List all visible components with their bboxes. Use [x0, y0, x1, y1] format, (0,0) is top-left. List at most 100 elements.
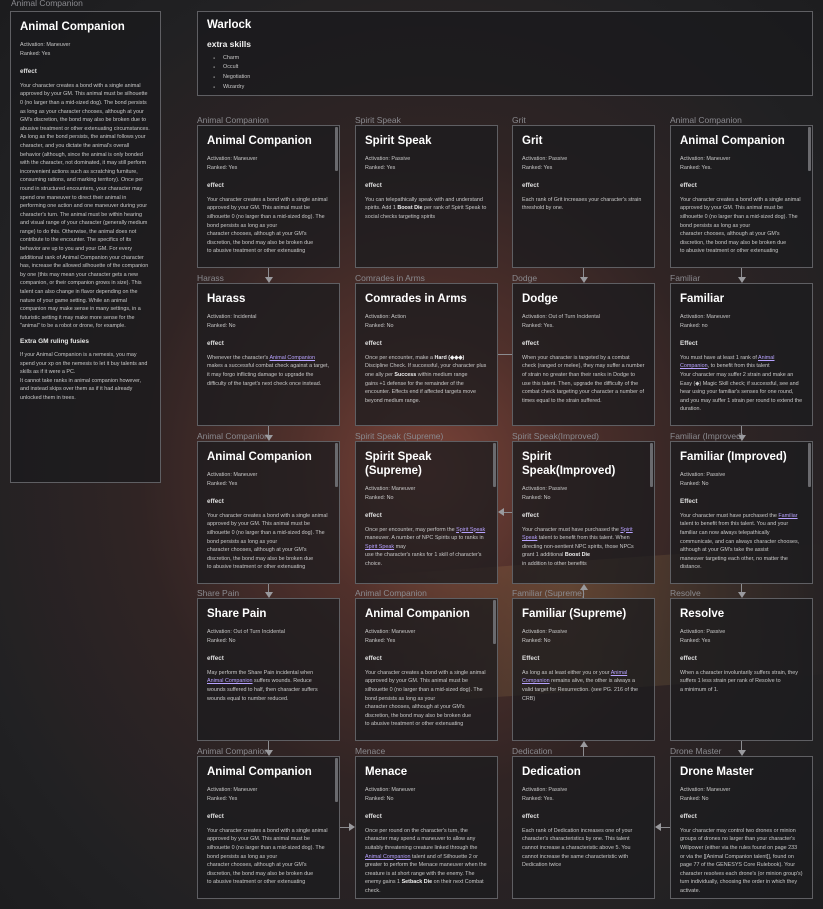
talent-ranked: Ranked: Yes.: [522, 322, 554, 329]
talent-title: Animal Companion: [365, 608, 470, 620]
class-subtitle: extra skills: [207, 38, 251, 49]
talent-description: Once per encounter, make a Hard (◆◆◆) Di…: [365, 354, 488, 406]
talent-card-menace[interactable]: Menace Activation: Maneuver Ranked: No effe…: [355, 756, 498, 899]
talent-link[interactable]: Spirit Speak: [365, 544, 394, 550]
talent-card-animal-companion[interactable]: Animal Companion Activation: Maneuver Rank…: [197, 125, 340, 268]
talent-column-label: Animal Companion: [670, 115, 742, 125]
talent-title: Familiar (Supreme): [522, 608, 627, 620]
text-run: As long as at least either you or your: [522, 669, 611, 676]
talent-card-spirit-speak[interactable]: Spirit Speak Activation: Passive Ranked: Y…: [355, 125, 498, 268]
connector-arrow-icon: [655, 823, 661, 831]
text-run: character chooses, although at your GM's…: [207, 862, 314, 877]
talent-effect-heading: effect: [680, 654, 697, 662]
talent-card-drone-master[interactable]: Drone Master Activation: Maneuver Ranked: …: [670, 756, 813, 899]
talent-link[interactable]: Animal Companion: [207, 678, 253, 684]
talent-description: When your character is targeted by a com…: [522, 354, 645, 406]
text-run: makes a successful combat check against …: [207, 363, 329, 387]
talent-ranked: Ranked: No: [680, 795, 709, 802]
text-run: communicate, and can always character ch…: [680, 538, 800, 554]
talent-link[interactable]: Familiar: [778, 513, 797, 519]
talent-column-label: Drone Master: [670, 746, 722, 756]
connector-line: [268, 268, 269, 277]
talent-column-label: Spirit Speak (Supreme): [355, 431, 444, 441]
talent-card-familiar-supreme[interactable]: Familiar (Supreme) Activation: Passive Ran…: [512, 598, 655, 741]
scrollbar-thumb[interactable]: [808, 127, 811, 171]
talent-card-animal-companion[interactable]: Animal Companion Activation: Maneuver Rank…: [355, 598, 498, 741]
talent-effect-heading: effect: [522, 511, 539, 519]
talent-description: Your character creates a bond with a sin…: [207, 827, 330, 887]
talent-card-spirit-speak-supreme[interactable]: Spirit Speak (Supreme) Activation: Maneuv…: [355, 441, 498, 584]
talent-description: Your character creates a bond with a sin…: [207, 512, 330, 572]
talent-activation: Activation: Maneuver: [365, 485, 416, 492]
text-run: may: [394, 543, 406, 550]
talent-link[interactable]: Animal Companion: [365, 854, 411, 860]
talent-card-animal-companion[interactable]: Animal Companion Activation: Maneuver Rank…: [197, 756, 340, 899]
side-panel-label: Animal Companion: [11, 0, 83, 8]
talent-card-animal-companion[interactable]: Animal Companion Activation: Maneuver Rank…: [670, 125, 813, 268]
text-run: use the character's ranks for 1 skill of…: [365, 552, 482, 567]
scrollbar-thumb[interactable]: [493, 443, 496, 487]
connector-arrow-icon: [498, 508, 504, 516]
talent-column-label: Spirit Speak: [355, 115, 401, 125]
talent-title: Spirit Speak: [365, 135, 432, 147]
talent-column-label: Animal Companion: [197, 431, 269, 441]
scrollbar-thumb[interactable]: [335, 127, 338, 171]
talent-card-resolve[interactable]: Resolve Activation: Passive Ranked: Yes eff…: [670, 598, 813, 741]
skill-item: Negotiation: [213, 73, 803, 83]
text-run: character chooses, although at your GM's…: [207, 547, 314, 562]
text-run: character chooses, although at your GM's…: [680, 231, 787, 246]
talent-effect-heading: effect: [365, 339, 382, 347]
talent-column-label: Spirit Speak(Improved): [512, 431, 599, 441]
detail-gm-ruling: If your Animal Companion is a nemesis, y…: [20, 351, 151, 403]
talent-title: Dedication: [522, 766, 581, 778]
connector-arrow-icon: [264, 435, 273, 441]
talent-link[interactable]: Spirit Speak: [456, 527, 485, 533]
talent-card-comrades-in-arms[interactable]: Comrades in Arms Activation: Action Ranked…: [355, 283, 498, 426]
talent-effect-heading: effect: [365, 181, 382, 189]
scrollbar-thumb[interactable]: [493, 600, 496, 644]
text-run: Your character creates a bond with a sin…: [207, 827, 328, 860]
emphasis-text: Setback Die: [401, 879, 433, 886]
talent-effect-heading: effect: [522, 812, 539, 820]
talent-card-familiar-improved[interactable]: Familiar (Improved) Activation: Passive Ra…: [670, 441, 813, 584]
talent-card-dodge[interactable]: Dodge Activation: Out of Turn Incidental R…: [512, 283, 655, 426]
scrollbar-thumb[interactable]: [650, 443, 653, 487]
talent-effect-heading: effect: [680, 181, 697, 189]
talent-title: Drone Master: [680, 766, 754, 778]
text-run: Each rank of Dedication increases one of…: [522, 827, 633, 869]
talent-card-harass[interactable]: Harass Activation: Incidental Ranked: No ef…: [197, 283, 340, 426]
talent-title: Comrades in Arms: [365, 293, 467, 305]
text-run: maneuver targeting each other, no matter…: [680, 555, 788, 571]
talent-description: When a character involuntarily suffers s…: [680, 669, 803, 695]
talent-card-familiar[interactable]: Familiar Activation: Maneuver Ranked: no Ef…: [670, 283, 813, 426]
talent-title: Animal Companion: [207, 135, 312, 147]
text-run: You must have at least 1 rank of: [680, 354, 759, 361]
talent-column-label: Comrades in Arms: [355, 273, 425, 283]
talent-column-label: Harass: [197, 273, 224, 283]
connector-line: [583, 590, 584, 598]
talent-card-dedication[interactable]: Dedication Activation: Passive Ranked: Yes…: [512, 756, 655, 899]
scrollbar-thumb[interactable]: [335, 758, 338, 802]
talent-description: Your character creates a bond with a sin…: [365, 669, 488, 729]
connector-arrow-icon: [737, 435, 746, 441]
skill-item: Charm: [213, 54, 803, 64]
scrollbar-thumb[interactable]: [808, 443, 811, 487]
talent-card-spirit-speak-improved[interactable]: Spirit Speak(Improved) Activation: Passiv…: [512, 441, 655, 584]
text-run: Once per round on the character's turn, …: [365, 827, 478, 851]
talent-card-animal-companion[interactable]: Animal Companion Activation: Maneuver Rank…: [197, 441, 340, 584]
talent-card-share-pain[interactable]: Share Pain Activation: Out of Turn Incide…: [197, 598, 340, 741]
text-run: to abusive treatment or other extenuatin…: [207, 879, 306, 886]
talent-card-grit[interactable]: Grit Activation: Passive Ranked: Yes effect…: [512, 125, 655, 268]
talent-activation: Activation: Maneuver: [680, 155, 731, 162]
talent-activation: Activation: Passive: [522, 155, 568, 162]
connector-line: [661, 826, 670, 828]
talent-column-label: Familiar: [670, 273, 701, 283]
talent-ranked: Ranked: Yes: [207, 795, 238, 802]
scrollbar-thumb[interactable]: [335, 443, 338, 487]
talent-ranked: Ranked: No: [207, 637, 236, 644]
talent-ranked: Ranked: Yes.: [680, 164, 712, 171]
detail-paragraph: If your Animal Companion is a nemesis, y…: [20, 352, 148, 376]
talent-link[interactable]: Animal Companion: [269, 355, 315, 361]
talent-activation: Activation: Maneuver: [207, 471, 258, 478]
talent-activation: Activation: Maneuver: [207, 155, 258, 162]
